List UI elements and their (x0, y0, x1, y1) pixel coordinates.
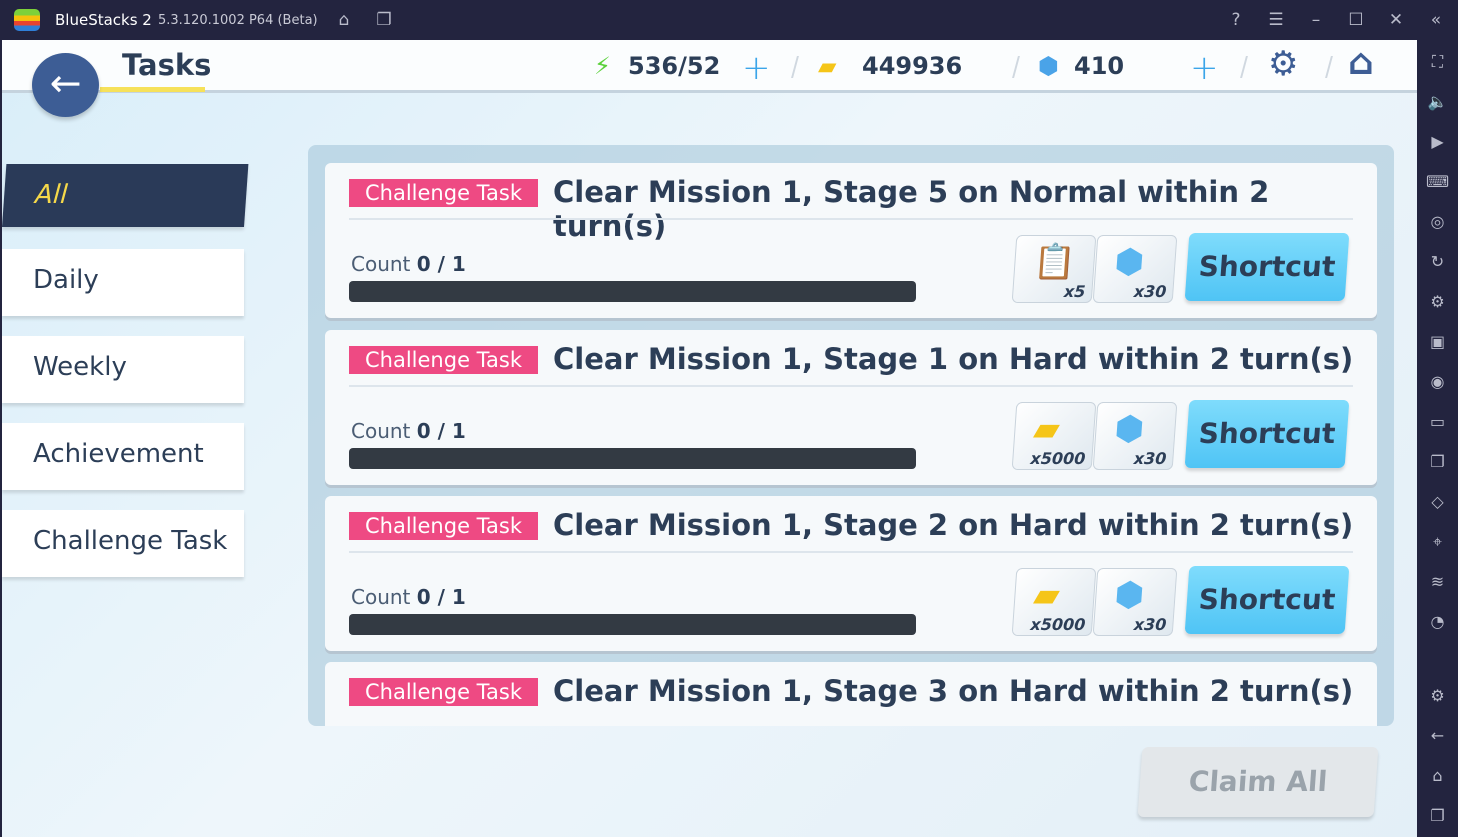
multi-window-icon[interactable]: ❐ (1417, 452, 1458, 471)
crystal-icon: ⬢ (1113, 575, 1146, 615)
gem-icon: ⬢ (1038, 52, 1059, 80)
back-button[interactable]: ← (32, 53, 99, 117)
reward-item[interactable]: ⬢ x30 (1092, 568, 1178, 636)
coins-value: 449936 (862, 52, 963, 80)
media-icon[interactable]: ▶ (1417, 132, 1458, 151)
location-icon[interactable]: ⌖ (1417, 532, 1458, 552)
reward-item[interactable]: ▰ x5000 (1011, 568, 1097, 636)
tab-daily[interactable]: Daily (2, 249, 244, 316)
close-icon[interactable]: ✕ (1385, 10, 1407, 30)
progress-bar (349, 448, 916, 469)
folder-icon[interactable]: ▭ (1417, 412, 1458, 431)
coin-card-icon: ▰ (1032, 409, 1062, 449)
apk-icon[interactable]: ▣ (1417, 332, 1458, 351)
tab-weekly[interactable]: Weekly (2, 336, 244, 403)
rotate-icon[interactable]: ↻ (1417, 252, 1458, 271)
collapse-sidebar-icon[interactable]: « (1425, 10, 1447, 30)
home-button-icon[interactable]: ⌂ (1348, 42, 1374, 83)
task-card: Challenge Task Clear Mission 1, Stage 2 … (325, 496, 1377, 651)
screenshot-icon[interactable]: ◉ (1417, 372, 1458, 391)
progress-bar (349, 281, 916, 302)
coin-card-icon: ▰ (818, 52, 837, 80)
page-title: Tasks (122, 48, 212, 82)
task-card: Challenge Task Clear Mission 1, Stage 5 … (325, 163, 1377, 318)
divider (349, 218, 1353, 220)
task-title: Clear Mission 1, Stage 2 on Hard within … (553, 508, 1354, 542)
task-list[interactable]: Challenge Task Clear Mission 1, Stage 5 … (308, 145, 1394, 726)
shortcut-button[interactable]: Shortcut (1184, 400, 1350, 468)
task-count: Count 0 / 1 (351, 419, 466, 443)
coin-card-icon: ▰ (1032, 575, 1062, 615)
multi-instance-icon[interactable]: ❐ (373, 10, 395, 30)
crystal-icon: ⬢ (1113, 242, 1146, 282)
app-version: 5.3.120.1002 P64 (Beta) (158, 13, 318, 28)
right-toolbar: ⛶ 🔈 ▶ ⌨ ◎ ↻ ⚙ ▣ ◉ ▭ ❐ ◇ ⌖ ≋ ◔ ⚙ ← ⌂ ❐ (1417, 40, 1458, 837)
add-stamina-button[interactable]: + (742, 48, 771, 88)
gems-value: 410 (1074, 52, 1125, 80)
task-count: Count 0 / 1 (351, 252, 466, 276)
divider (791, 56, 799, 78)
reward-qty: x30 (1133, 449, 1168, 468)
reward-qty: x30 (1133, 282, 1168, 301)
layers-icon[interactable]: ≋ (1417, 572, 1458, 591)
divider (1240, 56, 1248, 78)
volume-icon[interactable]: 🔈 (1417, 92, 1458, 111)
menu-icon[interactable]: ☰ (1265, 10, 1287, 30)
tab-challenge-task[interactable]: Challenge Task (2, 510, 244, 577)
reward-qty: x5 (1063, 282, 1087, 301)
record-icon[interactable]: ◎ (1417, 212, 1458, 231)
minimize-icon[interactable]: – (1305, 10, 1327, 30)
task-badge: Challenge Task (349, 512, 538, 540)
reward-item[interactable]: ⬢ x30 (1092, 235, 1178, 303)
progress-bar (349, 614, 916, 635)
eraser-icon[interactable]: ◇ (1417, 492, 1458, 511)
task-count: Count 0 / 1 (351, 585, 466, 609)
title-bar: BlueStacks 2 5.3.120.1002 P64 (Beta) ⌂ ❐… (0, 0, 1458, 40)
tab-achievement[interactable]: Achievement (2, 423, 244, 490)
task-card: Challenge Task Clear Mission 1, Stage 3 … (325, 662, 1377, 726)
task-title: Clear Mission 1, Stage 3 on Hard within … (553, 674, 1354, 708)
maximize-icon[interactable]: ☐ (1345, 10, 1367, 30)
eco-mode-icon[interactable]: ◔ (1417, 612, 1458, 631)
task-badge: Challenge Task (349, 179, 538, 207)
game-area: Tasks ⚡ 536/52 + ▰ 449936 ⬢ 410 + ⚙ ⌂ ← … (2, 40, 1417, 837)
shortcut-button[interactable]: Shortcut (1184, 566, 1350, 634)
bluestacks-logo (14, 9, 40, 31)
divider (1325, 56, 1333, 78)
settings-icon[interactable]: ⚙ (1417, 686, 1458, 705)
keyboard-icon[interactable]: ⌨ (1417, 172, 1458, 191)
help-icon[interactable]: ? (1225, 10, 1247, 30)
top-header: Tasks ⚡ 536/52 + ▰ 449936 ⬢ 410 + ⚙ ⌂ (2, 40, 1417, 93)
report-icon: 📋 (1032, 242, 1078, 282)
macro-icon[interactable]: ⚙ (1417, 292, 1458, 311)
app-name: BlueStacks 2 (55, 11, 152, 29)
back-icon[interactable]: ← (1417, 726, 1458, 745)
task-title: Clear Mission 1, Stage 1 on Hard within … (553, 342, 1354, 376)
settings-gear-icon[interactable]: ⚙ (1268, 44, 1298, 84)
reward-qty: x5000 (1029, 449, 1087, 468)
task-card: Challenge Task Clear Mission 1, Stage 1 … (325, 330, 1377, 485)
task-badge: Challenge Task (349, 678, 538, 706)
stamina-icon: ⚡ (594, 52, 611, 80)
recent-apps-icon[interactable]: ❐ (1417, 806, 1458, 825)
reward-item[interactable]: ⬢ x30 (1092, 402, 1178, 470)
home-icon[interactable]: ⌂ (333, 10, 355, 30)
divider (349, 385, 1353, 387)
reward-qty: x5000 (1029, 615, 1087, 634)
divider (349, 551, 1353, 553)
divider (1012, 56, 1020, 78)
reward-item[interactable]: 📋 x5 (1011, 235, 1097, 303)
stamina-value: 536/52 (628, 52, 721, 80)
claim-all-button[interactable]: Claim All (1137, 747, 1379, 817)
reward-item[interactable]: ▰ x5000 (1011, 402, 1097, 470)
crystal-icon: ⬢ (1113, 409, 1146, 449)
tab-all[interactable]: All (2, 164, 249, 227)
reward-qty: x30 (1133, 615, 1168, 634)
shortcut-button[interactable]: Shortcut (1184, 233, 1350, 301)
add-gems-button[interactable]: + (1190, 48, 1219, 88)
fullscreen-icon[interactable]: ⛶ (1417, 52, 1458, 72)
task-badge: Challenge Task (349, 346, 538, 374)
home-icon[interactable]: ⌂ (1417, 766, 1458, 785)
title-underline (100, 87, 205, 92)
